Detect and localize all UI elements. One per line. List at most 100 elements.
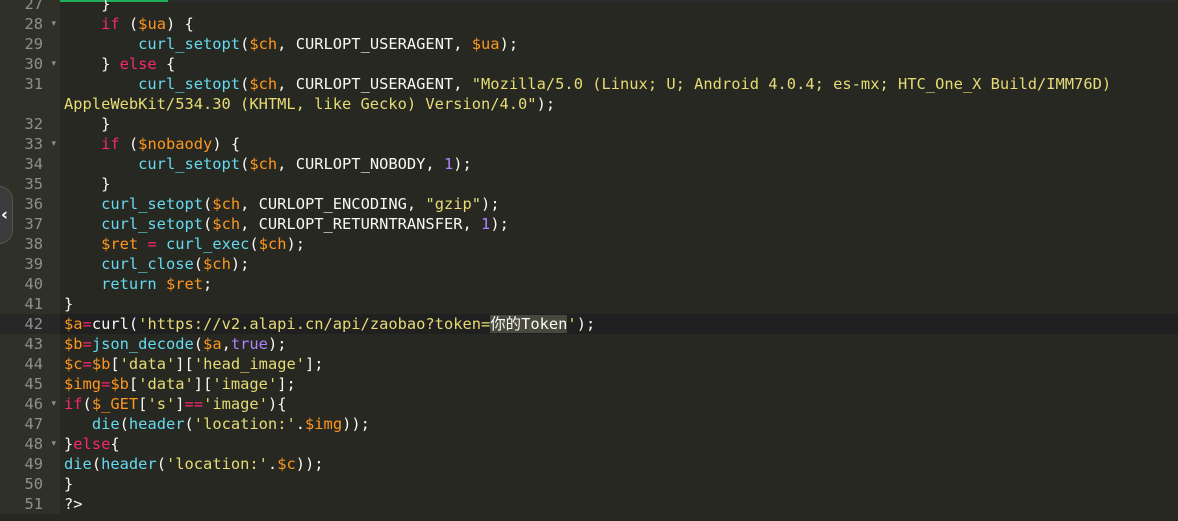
code-token: $c — [64, 355, 83, 373]
code-line[interactable]: 30 ▾ } else { — [0, 54, 1178, 74]
code-token: ( — [156, 455, 166, 473]
code-editor[interactable]: 27 } 28 ▾ if ($ua) {29 curl_setopt($ch, CU… — [0, 0, 1178, 514]
code-token: , CURLOPT_RETURNTRANSFER, — [240, 215, 482, 233]
code-line[interactable]: 39 curl_close($ch); — [0, 254, 1178, 274]
code-line[interactable]: 33 ▾ if ($nobaody) { — [0, 134, 1178, 154]
code-text: $a=curl('https://v2.alapi.cn/api/zaobao?… — [64, 314, 1170, 334]
code-line[interactable]: 31 curl_setopt($ch, CURLOPT_USERAGENT, "… — [0, 74, 1178, 114]
code-token: $b — [91, 355, 111, 373]
code-line[interactable]: 28 ▾ if ($ua) { — [0, 14, 1178, 34]
code-line[interactable]: 51 ?> — [0, 494, 1178, 514]
code-token: ( — [203, 195, 213, 213]
code-token: ] — [175, 395, 185, 413]
fold-arrow-icon[interactable]: ▾ — [51, 434, 56, 454]
code-token: 你的Token — [490, 315, 568, 333]
code-token: if — [101, 135, 120, 153]
code-text: curl_setopt($ch, CURLOPT_USERAGENT, "Moz… — [64, 74, 1170, 114]
code-token: $ch — [203, 255, 231, 273]
code-token: ( — [184, 415, 194, 433]
line-number-text: 41 — [24, 295, 43, 313]
code-line[interactable]: 44 $c=$b['data']['head_image']; — [0, 354, 1178, 374]
code-line[interactable]: 41} — [0, 294, 1178, 314]
code-token: $c — [277, 455, 296, 473]
code-token: header — [128, 415, 185, 433]
code-line[interactable]: 47 die(header('location:'.$img)); — [0, 414, 1178, 434]
code-line[interactable]: 42 $a=curl('https://v2.alapi.cn/api/zaoba… — [0, 314, 1178, 334]
code-line[interactable]: 40 return $ret; — [0, 274, 1178, 294]
code-text: curl_setopt($ch, CURLOPT_USERAGENT, $ua)… — [64, 34, 1170, 54]
code-line[interactable]: 36 curl_setopt($ch, CURLOPT_ENCODING, "g… — [0, 194, 1178, 214]
code-token: curl_setopt — [138, 35, 241, 53]
code-text: curl_setopt($ch, CURLOPT_RETURNTRANSFER,… — [64, 214, 1170, 234]
code-token: ( — [240, 35, 250, 53]
code-token: 'head_image' — [193, 355, 306, 373]
code-token: curl_exec — [166, 235, 250, 253]
line-number: 42 — [0, 314, 60, 334]
line-number-text: 40 — [24, 275, 43, 293]
code-token: } — [64, 175, 111, 193]
line-number-text: 43 — [24, 335, 43, 353]
code-text: return $ret; — [64, 274, 1170, 294]
code-token: , CURLOPT_NOBODY, — [277, 155, 444, 173]
code-token: ( — [249, 235, 259, 253]
line-number-text: 27 — [24, 0, 43, 13]
code-line[interactable]: 49 die(header('location:'.$c)); — [0, 454, 1178, 474]
code-token: $ch — [258, 235, 287, 253]
code-text: if($_GET['s']=='image'){ — [64, 394, 1170, 414]
code-token: { — [110, 435, 120, 453]
code-token: ( — [91, 455, 102, 473]
code-token: } — [64, 475, 74, 493]
code-token: = — [147, 235, 157, 253]
code-token: $_GET — [91, 395, 139, 413]
code-line[interactable]: 37 curl_setopt($ch, CURLOPT_RETURNTRANSF… — [0, 214, 1178, 234]
line-number: 44 — [0, 354, 60, 374]
code-line[interactable]: 46 ▾ if($_GET['s']=='image'){ — [0, 394, 1178, 414]
line-number: 31 — [0, 74, 60, 114]
code-line[interactable]: 32 } — [0, 114, 1178, 134]
code-token: = — [101, 375, 111, 393]
line-number-text: 33 — [24, 135, 43, 153]
code-token: $ch — [212, 195, 241, 213]
line-number: 41 — [0, 294, 60, 314]
code-token: )); — [342, 415, 370, 433]
code-token: curl_setopt — [138, 155, 241, 173]
code-text: } — [64, 474, 1170, 494]
code-line[interactable]: 50} — [0, 474, 1178, 494]
code-token: header — [101, 455, 157, 473]
fold-arrow-icon[interactable]: ▾ — [51, 14, 56, 34]
code-line[interactable]: 38 $ret = curl_exec($ch); — [0, 234, 1178, 254]
fold-arrow-icon[interactable]: ▾ — [51, 54, 56, 74]
code-token: $ua — [471, 35, 500, 53]
code-line[interactable]: 34 curl_setopt($ch, CURLOPT_NOBODY, 1); — [0, 154, 1178, 174]
code-token: ]; — [305, 355, 324, 373]
line-number-text: 35 — [24, 175, 43, 193]
line-number-text: 39 — [24, 255, 43, 273]
code-token: == — [184, 395, 204, 413]
code-line[interactable]: 27 } — [0, 0, 1178, 14]
code-line[interactable]: 48 ▾}else{ — [0, 434, 1178, 454]
code-line[interactable]: 35 } — [0, 174, 1178, 194]
code-text: } — [64, 0, 1170, 14]
code-text: } else { — [64, 54, 1170, 74]
fold-arrow-icon[interactable]: ▾ — [51, 394, 56, 414]
code-token: $ret — [165, 275, 204, 293]
line-number-text: 28 — [24, 15, 43, 33]
code-token: , — [221, 335, 231, 353]
code-token: ); — [230, 255, 250, 273]
code-token: ( — [193, 255, 204, 273]
code-token: [ — [110, 355, 120, 373]
line-number: 48 ▾ — [0, 434, 60, 454]
code-token: , CURLOPT_USERAGENT, — [277, 75, 472, 93]
line-number-text: 49 — [24, 455, 43, 473]
line-number: 45 — [0, 374, 60, 394]
code-line[interactable]: 29 curl_setopt($ch, CURLOPT_USERAGENT, $… — [0, 34, 1178, 54]
line-number: 29 — [0, 34, 60, 54]
line-number-text: 48 — [24, 435, 43, 453]
code-line[interactable]: 45 $img=$b['data']['image']; — [0, 374, 1178, 394]
collapse-panel-button[interactable]: ‹ — [0, 186, 13, 244]
line-number-text: 51 — [24, 495, 43, 513]
fold-arrow-icon[interactable]: ▾ — [51, 134, 56, 154]
code-line[interactable]: 43 $b=json_decode($a,true); — [0, 334, 1178, 354]
